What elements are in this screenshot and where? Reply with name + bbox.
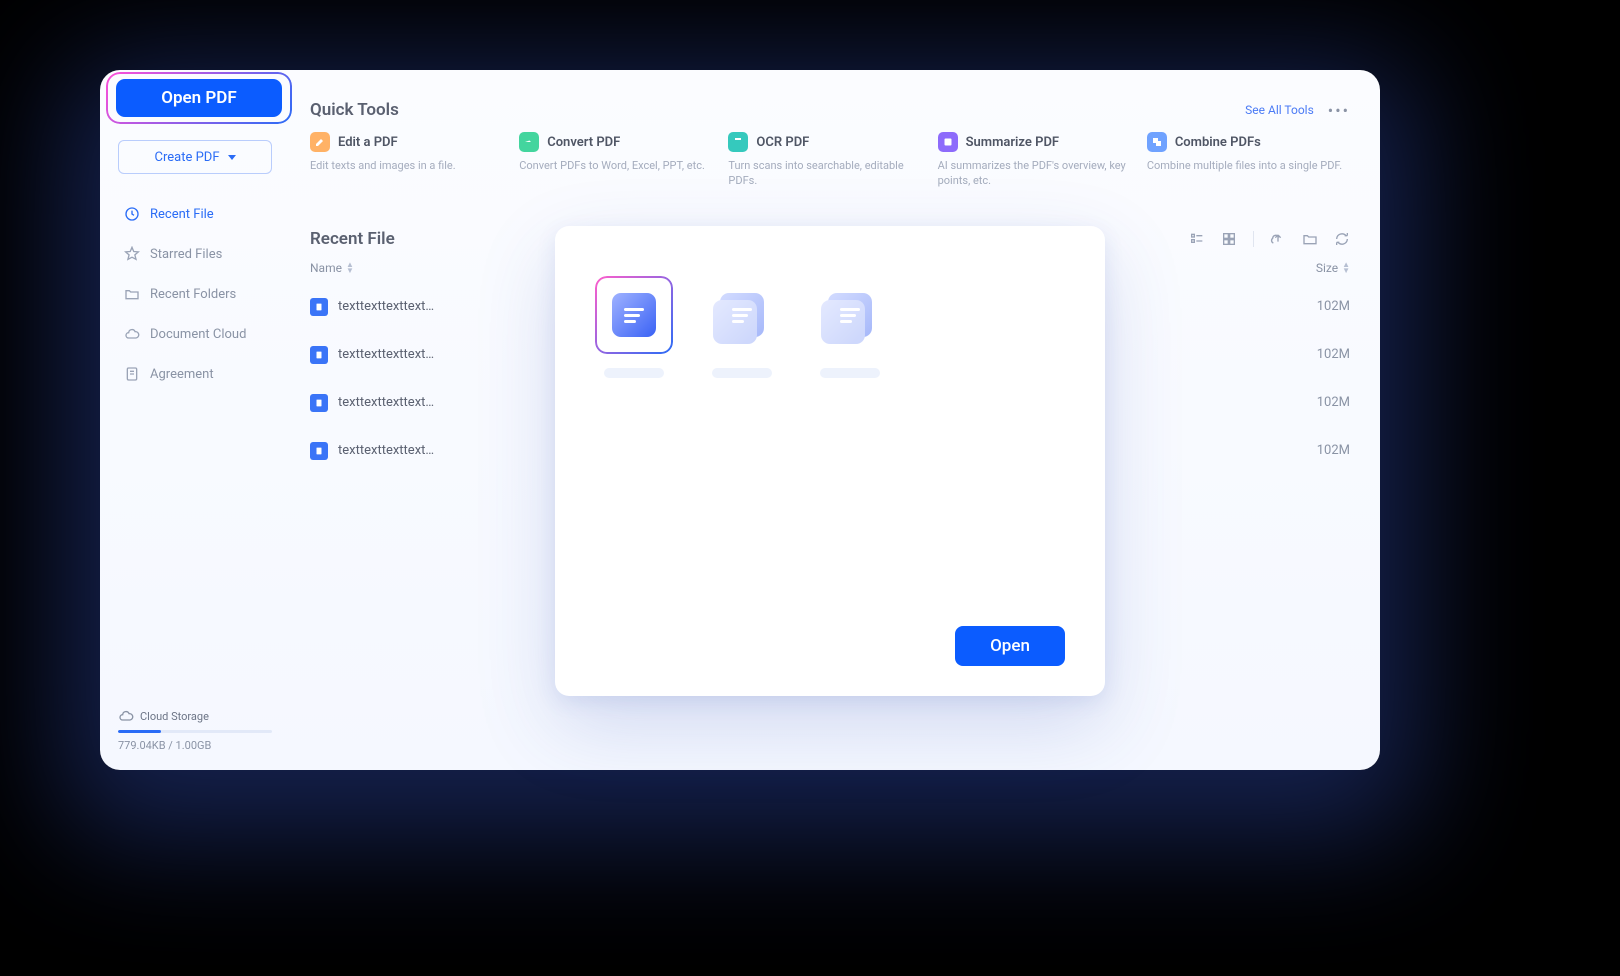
refresh-icon[interactable] [1334, 231, 1350, 247]
file-thumbnail[interactable] [595, 276, 673, 378]
tool-name: Combine PDFs [1175, 135, 1261, 150]
ocr-icon [728, 132, 748, 152]
file-name: texttexttexttexttext [338, 395, 438, 410]
tool-name: OCR PDF [756, 135, 809, 150]
quick-tools-header: Quick Tools See All Tools ••• [310, 100, 1350, 120]
cloud-storage-label: Cloud Storage [140, 710, 209, 723]
sidebar-item-recent-folders[interactable]: Recent Folders [110, 274, 280, 314]
tool-convert-pdf[interactable]: Convert PDF Convert PDFs to Word, Excel,… [519, 132, 722, 189]
quick-tools-title: Quick Tools [310, 100, 399, 120]
sidebar-item-recent-file[interactable]: Recent File [110, 194, 280, 234]
thumbnail [703, 276, 781, 354]
sidebar-item-label: Agreement [150, 367, 214, 382]
sidebar: Create PDF Recent File Starred Files Rec… [100, 70, 290, 770]
recent-toolbar [1189, 231, 1350, 247]
thumbnail-label-placeholder [820, 368, 880, 378]
file-size: 102M [1317, 395, 1350, 410]
sort-icon: ▲▼ [1342, 262, 1350, 274]
edit-icon [310, 132, 330, 152]
file-size: 102M [1317, 443, 1350, 458]
pdf-file-icon [310, 346, 328, 364]
sidebar-item-label: Starred Files [150, 247, 222, 262]
more-icon[interactable]: ••• [1328, 101, 1350, 120]
star-icon [124, 246, 140, 262]
file-picker-dialog: Open [555, 226, 1105, 696]
folder-open-icon[interactable] [1302, 231, 1318, 247]
file-thumbnail[interactable] [811, 276, 889, 378]
create-pdf-button[interactable]: Create PDF [118, 140, 272, 174]
sidebar-item-document-cloud[interactable]: Document Cloud [110, 314, 280, 354]
cloud-icon [118, 708, 134, 724]
tool-desc: Turn scans into searchable, editable PDF… [728, 158, 925, 189]
combine-icon [1147, 132, 1167, 152]
tool-name: Summarize PDF [966, 135, 1059, 150]
tool-desc: Combine multiple files into a single PDF… [1147, 158, 1344, 173]
tool-desc: Convert PDFs to Word, Excel, PPT, etc. [519, 158, 716, 173]
document-icon [124, 366, 140, 382]
file-size: 102M [1317, 299, 1350, 314]
column-name[interactable]: Name ▲▼ [310, 261, 440, 275]
tool-combine-pdfs[interactable]: Combine PDFs Combine multiple files into… [1147, 132, 1350, 189]
tool-edit-pdf[interactable]: Edit a PDF Edit texts and images in a fi… [310, 132, 513, 189]
recent-file-title: Recent File [310, 229, 395, 249]
file-thumbnail[interactable] [703, 276, 781, 378]
thumbnail-label-placeholder [604, 368, 664, 378]
see-all-tools-link[interactable]: See All Tools [1245, 103, 1314, 117]
sidebar-item-label: Recent Folders [150, 287, 236, 302]
sidebar-item-label: Document Cloud [150, 327, 246, 342]
sidebar-item-label: Recent File [150, 207, 214, 222]
file-name: texttexttexttexttext [338, 299, 438, 314]
document-stack-icon [612, 293, 656, 337]
sidebar-item-starred-files[interactable]: Starred Files [110, 234, 280, 274]
pdf-file-icon [310, 442, 328, 460]
separator [1253, 231, 1254, 247]
upload-icon[interactable] [1270, 231, 1286, 247]
file-name: texttexttexttexttext [338, 347, 438, 362]
document-stack-icon [720, 293, 764, 337]
open-button[interactable]: Open [955, 626, 1065, 666]
file-size: 102M [1317, 347, 1350, 362]
folder-icon [124, 286, 140, 302]
dialog-thumbnails [595, 276, 1065, 378]
tool-desc: Edit texts and images in a file. [310, 158, 507, 173]
sort-icon: ▲▼ [346, 262, 354, 274]
summarize-icon [938, 132, 958, 152]
pdf-file-icon [310, 298, 328, 316]
tool-ocr-pdf[interactable]: OCR PDF Turn scans into searchable, edit… [728, 132, 931, 189]
create-pdf-label: Create PDF [155, 150, 220, 165]
open-pdf-callout-label: Open PDF [116, 79, 282, 117]
open-pdf-callout[interactable]: Open PDF [106, 72, 292, 124]
tool-summarize-pdf[interactable]: Summarize PDF AI summarizes the PDF's ov… [938, 132, 1141, 189]
tool-name: Convert PDF [547, 135, 620, 150]
quick-tools-row: Edit a PDF Edit texts and images in a fi… [310, 132, 1350, 189]
cloud-storage-block: Cloud Storage 779.04KB / 1.00GB [110, 708, 280, 760]
app-window: Open PDF Create PDF Recent File Starred … [100, 70, 1380, 770]
thumbnail-selected [595, 276, 673, 354]
chevron-down-icon [228, 155, 236, 160]
sidebar-item-agreement[interactable]: Agreement [110, 354, 280, 394]
storage-progress [118, 730, 272, 733]
list-view-icon[interactable] [1189, 231, 1205, 247]
grid-view-icon[interactable] [1221, 231, 1237, 247]
cloud-icon [124, 326, 140, 342]
tool-name: Edit a PDF [338, 135, 398, 150]
pdf-file-icon [310, 394, 328, 412]
file-name: texttexttexttexttext [338, 443, 438, 458]
column-size[interactable]: Size ▲▼ [1290, 261, 1350, 275]
clock-icon [124, 206, 140, 222]
document-stack-icon [828, 293, 872, 337]
cloud-storage-usage: 779.04KB / 1.00GB [118, 739, 272, 752]
thumbnail [811, 276, 889, 354]
thumbnail-label-placeholder [712, 368, 772, 378]
tool-desc: AI summarizes the PDF's overview, key po… [938, 158, 1135, 189]
convert-icon [519, 132, 539, 152]
